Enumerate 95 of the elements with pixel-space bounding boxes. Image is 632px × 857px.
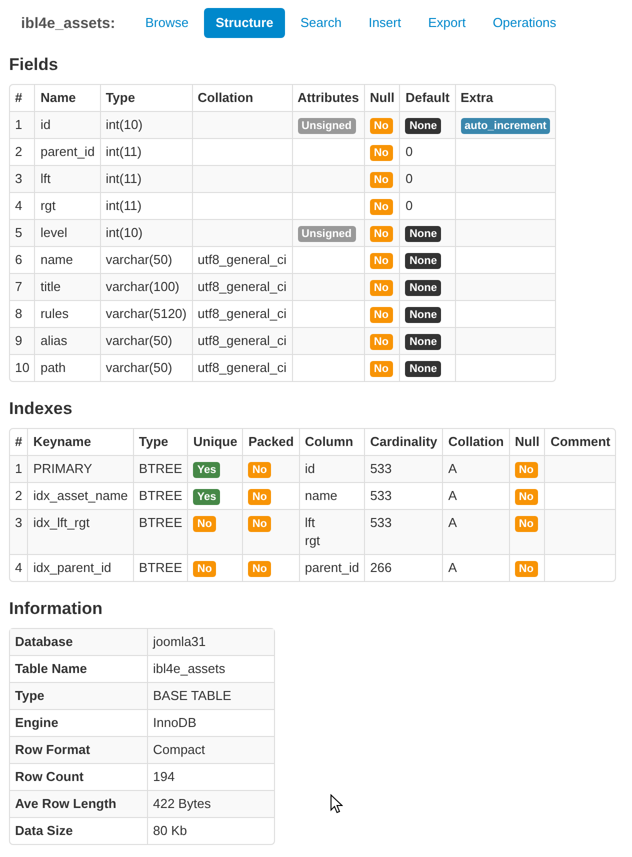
table-cell: utf8_general_ci [192, 327, 292, 354]
table-cell: 1 [10, 111, 34, 138]
table-cell: level [34, 219, 100, 246]
row-label: Data Size [10, 817, 147, 844]
table-cell: 533 [364, 455, 442, 482]
status-badge: Yes [193, 489, 220, 505]
table-cell: int(11) [100, 165, 192, 192]
table-cell: A [442, 554, 509, 581]
table-cell: varchar(50) [100, 354, 192, 381]
mouse-pointer-icon [330, 794, 343, 814]
status-badge: No [248, 561, 271, 577]
status-badge: Unsigned [298, 118, 356, 134]
table-cell: lft [34, 165, 100, 192]
nav-tab[interactable]: Operations [480, 8, 568, 38]
table-cell: 3 [10, 165, 34, 192]
status-badge: No [248, 516, 271, 532]
row-label: Type [10, 682, 147, 709]
nav-tab[interactable]: Search [288, 8, 354, 38]
table-cell: 0 [399, 165, 455, 192]
status-badge: No [370, 226, 393, 242]
table-cell: BASE TABLE [147, 682, 274, 709]
table-cell: 7 [10, 273, 34, 300]
table-cell: 266 [364, 554, 442, 581]
nav-tab[interactable]: Browse [133, 8, 201, 38]
section-heading: Fields [9, 55, 60, 75]
table-cell: A [442, 455, 509, 482]
status-badge: No [193, 516, 216, 532]
status-badge: No [248, 489, 271, 505]
section-heading: Information [9, 599, 104, 619]
table-cell: 9 [10, 327, 34, 354]
table-cell: BTREE [132, 509, 188, 554]
table-cell: lft rgt [298, 509, 364, 554]
table-cell: Compact [147, 736, 274, 763]
status-badge: No [514, 462, 538, 478]
table-cell: idx_lft_rgt [27, 509, 133, 554]
status-badge: No [514, 516, 538, 532]
status-badge: No [248, 462, 271, 478]
row-label: Ave Row Length [10, 790, 147, 817]
table-cell: 422 Bytes [147, 790, 274, 817]
table-cell: utf8_general_ci [192, 354, 292, 381]
table-cell: title [34, 273, 100, 300]
table-title: ibl4e_assets: [21, 14, 116, 32]
status-badge: None [405, 280, 441, 296]
status-badge: No [514, 489, 538, 505]
table-cell: 533 [364, 509, 442, 554]
status-badge: No [514, 561, 538, 577]
table-cell: 80 Kb [147, 817, 274, 844]
table-cell: varchar(100) [100, 273, 192, 300]
table-cell: idx_parent_id [27, 554, 133, 581]
table-cell: path [34, 354, 100, 381]
table-cell: 10 [10, 354, 34, 381]
status-badge: Yes [193, 462, 220, 478]
status-badge: No [370, 307, 393, 323]
table-cell: alias [34, 327, 100, 354]
table-cell: BTREE [132, 554, 188, 581]
status-badge: No [370, 172, 393, 188]
status-badge: Unsigned [298, 226, 356, 242]
status-badge: No [370, 253, 393, 269]
column-header: # [14, 89, 24, 107]
row-label: Database [10, 629, 147, 655]
status-badge: auto_increment [460, 118, 550, 134]
status-badge: No [370, 334, 393, 350]
table-cell: int(10) [100, 219, 192, 246]
status-badge: None [405, 361, 441, 377]
column-header: # [14, 433, 24, 451]
table-cell: utf8_general_ci [192, 273, 292, 300]
status-badge: No [193, 561, 216, 577]
status-badge: No [370, 199, 393, 215]
table-cell: id [298, 455, 364, 482]
table-cell: parent_id [298, 554, 364, 581]
row-label: Row Format [10, 736, 147, 763]
nav-tab[interactable]: Insert [356, 8, 414, 38]
table-cell: varchar(50) [100, 327, 192, 354]
status-badge: No [370, 280, 393, 296]
status-badge: None [405, 118, 441, 134]
table-cell: 3 [10, 509, 28, 554]
table-cell: joomla31 [147, 629, 274, 655]
table-cell: BTREE [132, 455, 188, 482]
table-cell: 4 [10, 554, 28, 581]
status-badge: None [405, 226, 441, 242]
status-badge: None [405, 334, 441, 350]
status-badge: None [405, 253, 441, 269]
table-cell: A [442, 509, 509, 554]
status-badge: No [370, 361, 393, 377]
status-badge: None [405, 307, 441, 323]
status-badge: No [370, 145, 393, 161]
nav-tab[interactable]: Export [416, 8, 478, 38]
table-cell: id [34, 111, 100, 138]
table-cell: 1 [10, 455, 28, 482]
section-heading: Indexes [9, 399, 74, 419]
table-cell: 5 [10, 219, 34, 246]
nav-tab[interactable]: Structure [204, 8, 286, 38]
table-cell: int(10) [100, 111, 192, 138]
table-cell: PRIMARY [27, 455, 133, 482]
status-badge: No [370, 118, 393, 134]
